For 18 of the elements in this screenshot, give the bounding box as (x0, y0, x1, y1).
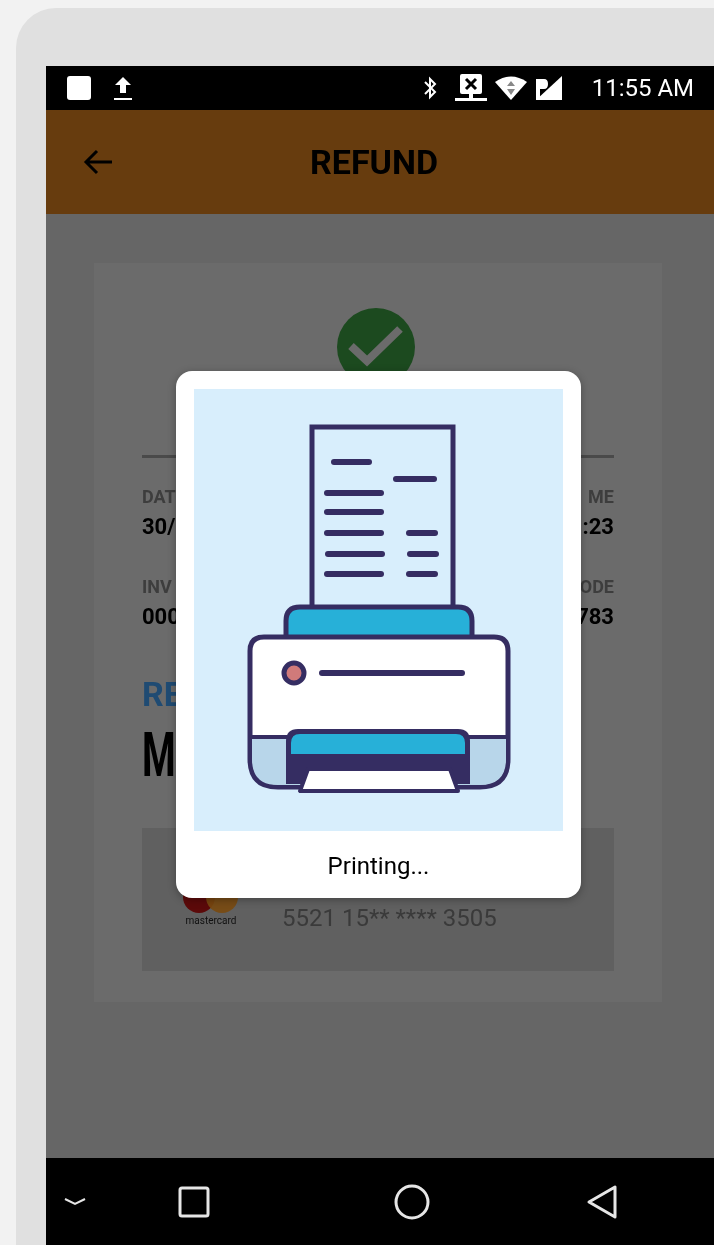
back-arrow-icon (82, 148, 114, 176)
field-value: 30/ (142, 514, 176, 540)
recent-apps-icon[interactable] (178, 1185, 210, 1218)
wifi-icon (493, 75, 528, 101)
signal-icon (533, 75, 564, 101)
home-icon[interactable] (394, 1183, 430, 1220)
screen-title: REFUND (310, 140, 439, 184)
card-brand: mastercard (185, 915, 237, 927)
status-time: 11:55 AM (591, 76, 694, 100)
refund-amount: M (142, 720, 176, 790)
back-icon[interactable] (586, 1183, 618, 1220)
dialog-message: Printing... (327, 851, 430, 881)
field-value: :23 (582, 514, 614, 540)
chevron-down-icon[interactable] (64, 1197, 86, 1206)
square-icon (66, 75, 92, 101)
network-error-icon (453, 73, 488, 103)
bluetooth-icon (421, 75, 438, 101)
upload-icon (112, 75, 134, 101)
